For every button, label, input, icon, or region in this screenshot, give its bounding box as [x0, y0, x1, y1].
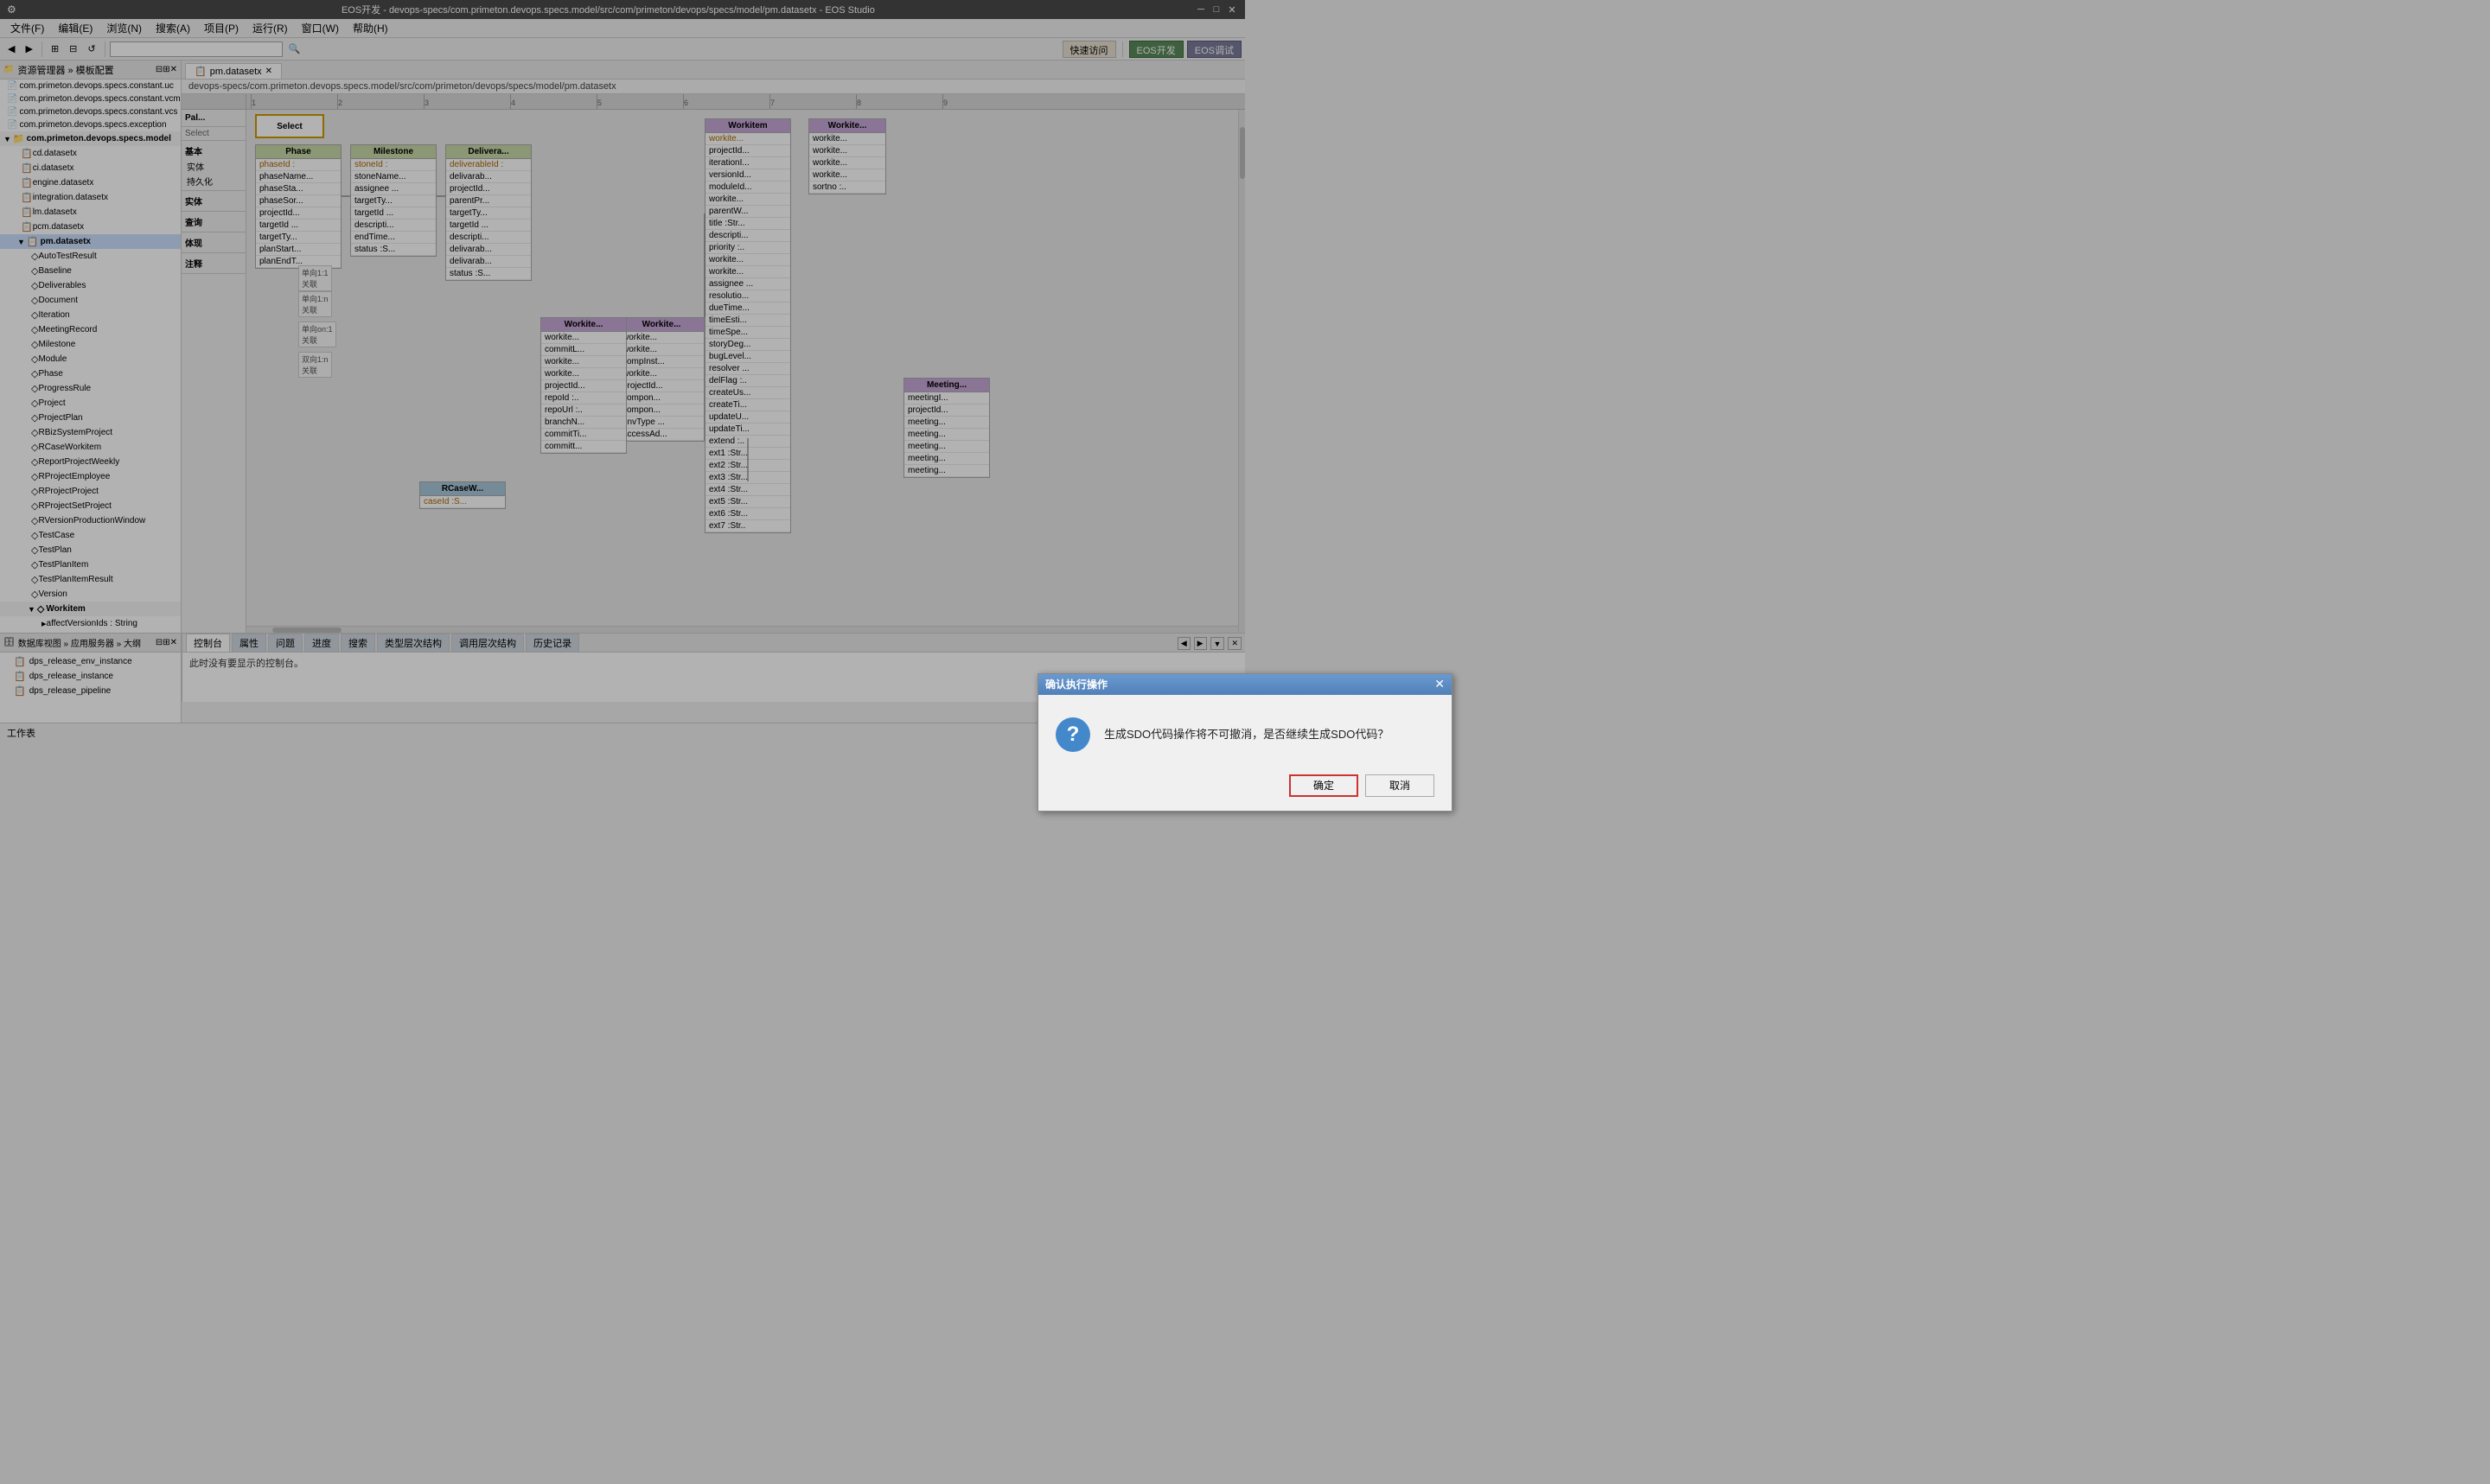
dialog-info-icon: ?: [1056, 717, 1090, 752]
dialog-confirm-button[interactable]: 确定: [1289, 774, 1358, 797]
dialog-cancel-button[interactable]: 取消: [1365, 774, 1434, 797]
dialog-body: ? 生成SDO代码操作将不可撤消，是否继续生成SDO代码？: [1038, 695, 1452, 766]
dialog-close-button[interactable]: ✕: [1434, 677, 1445, 691]
dialog-overlay: 确认执行操作 ✕ ? 生成SDO代码操作将不可撤消，是否继续生成SDO代码？ 确…: [0, 0, 2490, 1484]
confirmation-dialog: 确认执行操作 ✕ ? 生成SDO代码操作将不可撤消，是否继续生成SDO代码？ 确…: [1038, 673, 1452, 812]
dialog-titlebar: 确认执行操作 ✕: [1038, 674, 1452, 695]
dialog-footer: 确定 取消: [1038, 766, 1452, 811]
dialog-title: 确认执行操作: [1045, 677, 1434, 691]
dialog-message: 生成SDO代码操作将不可撤消，是否继续生成SDO代码？: [1104, 726, 1389, 743]
